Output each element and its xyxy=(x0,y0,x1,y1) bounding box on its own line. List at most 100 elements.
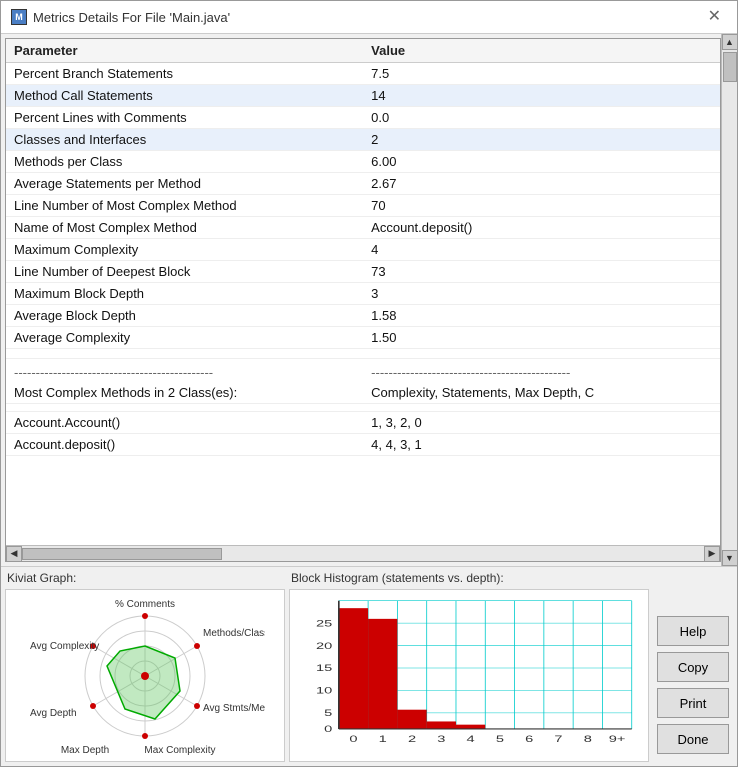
copy-button[interactable]: Copy xyxy=(657,652,729,682)
empty-row-2 xyxy=(6,404,720,412)
kiviat-label: Kiviat Graph: xyxy=(5,571,285,585)
buttons-section: Help Copy Print Done xyxy=(653,571,733,762)
bottom-section: Kiviat Graph: xyxy=(1,566,737,766)
param-cell: Line Number of Most Complex Method xyxy=(6,195,363,217)
method-row: Account.Account()1, 3, 2, 0 xyxy=(6,412,720,434)
title-bar-left: M Metrics Details For File 'Main.java' xyxy=(11,9,230,25)
svg-text:5: 5 xyxy=(496,733,504,744)
value-cell: 7.5 xyxy=(363,63,720,85)
svg-text:7: 7 xyxy=(554,733,562,744)
value-cell: 0.0 xyxy=(363,107,720,129)
kiviat-svg: % Comments Methods/Class Avg Stmts/Metho… xyxy=(25,591,265,761)
print-button[interactable]: Print xyxy=(657,688,729,718)
value-cell: 6.00 xyxy=(363,151,720,173)
window-icon: M xyxy=(11,9,27,25)
table-row: Percent Lines with Comments0.0 xyxy=(6,107,720,129)
svg-text:1: 1 xyxy=(379,733,387,744)
param-cell: Classes and Interfaces xyxy=(6,129,363,151)
value-cell: 73 xyxy=(363,261,720,283)
metrics-table: Parameter Value Percent Branch Statement… xyxy=(6,39,720,456)
scroll-down-arrow[interactable]: ▼ xyxy=(722,550,738,566)
table-row: Classes and Interfaces2 xyxy=(6,129,720,151)
complex-header-row: Most Complex Methods in 2 Class(es):Comp… xyxy=(6,382,720,404)
svg-text:9+: 9+ xyxy=(609,733,626,744)
param-cell: Methods per Class xyxy=(6,151,363,173)
svg-text:5: 5 xyxy=(324,708,332,719)
horizontal-scrollbar[interactable]: ◀ ▶ xyxy=(6,545,720,561)
table-row: Average Statements per Method2.67 xyxy=(6,173,720,195)
empty-row xyxy=(6,349,720,359)
value-cell: 3 xyxy=(363,283,720,305)
value-cell: 70 xyxy=(363,195,720,217)
title-bar: M Metrics Details For File 'Main.java' ✕ xyxy=(1,1,737,34)
histogram-label: Block Histogram (statements vs. depth): xyxy=(289,571,649,585)
param-cell: Percent Lines with Comments xyxy=(6,107,363,129)
svg-text:10: 10 xyxy=(316,685,332,696)
scroll-up-arrow[interactable]: ▲ xyxy=(722,34,738,50)
kiviat-container: % Comments Methods/Class Avg Stmts/Metho… xyxy=(25,591,265,761)
svg-text:2: 2 xyxy=(408,733,416,744)
svg-text:6: 6 xyxy=(525,733,533,744)
main-content: Parameter Value Percent Branch Statement… xyxy=(1,34,737,566)
param-cell: Average Statements per Method xyxy=(6,173,363,195)
table-row: Line Number of Deepest Block73 xyxy=(6,261,720,283)
table-row: Line Number of Most Complex Method70 xyxy=(6,195,720,217)
v-scroll-track[interactable] xyxy=(722,50,737,550)
value-cell: 4 xyxy=(363,239,720,261)
table-wrapper: Parameter Value Percent Branch Statement… xyxy=(6,39,720,545)
param-cell: Percent Branch Statements xyxy=(6,63,363,85)
histogram-chart: 0 5 10 15 20 25 0 1 2 3 4 5 6 7 8 9+ xyxy=(289,589,649,762)
svg-text:8: 8 xyxy=(584,733,592,744)
svg-text:Methods/Class: Methods/Class xyxy=(203,628,265,639)
scroll-left-arrow[interactable]: ◀ xyxy=(6,546,22,562)
table-row: Methods per Class6.00 xyxy=(6,151,720,173)
param-cell: Name of Most Complex Method xyxy=(6,217,363,239)
svg-text:0: 0 xyxy=(349,733,357,744)
kiviat-section: Kiviat Graph: xyxy=(5,571,285,762)
svg-text:Max Complexity: Max Complexity xyxy=(144,745,215,756)
h-scroll-thumb[interactable] xyxy=(22,548,222,560)
table-row: Percent Branch Statements7.5 xyxy=(6,63,720,85)
svg-text:% Comments: % Comments xyxy=(115,599,175,610)
value-cell: 14 xyxy=(363,85,720,107)
h-scroll-track[interactable] xyxy=(22,546,704,561)
close-button[interactable]: ✕ xyxy=(702,7,727,27)
svg-text:Max Depth: Max Depth xyxy=(61,745,109,756)
table-row: Name of Most Complex MethodAccount.depos… xyxy=(6,217,720,239)
svg-text:3: 3 xyxy=(437,733,445,744)
param-cell: Line Number of Deepest Block xyxy=(6,261,363,283)
param-cell: Method Call Statements xyxy=(6,85,363,107)
histogram-section: Block Histogram (statements vs. depth): xyxy=(289,571,649,762)
value-cell: 1.50 xyxy=(363,327,720,349)
scroll-right-arrow[interactable]: ▶ xyxy=(704,546,720,562)
table-row: Maximum Block Depth3 xyxy=(6,283,720,305)
table-row: Average Block Depth1.58 xyxy=(6,305,720,327)
separator-row: ----------------------------------------… xyxy=(6,359,720,383)
param-cell: Maximum Block Depth xyxy=(6,283,363,305)
kiviat-chart: % Comments Methods/Class Avg Stmts/Metho… xyxy=(5,589,285,762)
svg-text:Avg Complexity: Avg Complexity xyxy=(30,641,99,652)
svg-text:15: 15 xyxy=(316,663,332,674)
table-row: Method Call Statements14 xyxy=(6,85,720,107)
svg-text:Avg Depth: Avg Depth xyxy=(30,708,77,719)
v-scroll-thumb[interactable] xyxy=(723,52,737,82)
done-button[interactable]: Done xyxy=(657,724,729,754)
col-param-header: Parameter xyxy=(6,39,363,63)
help-button[interactable]: Help xyxy=(657,616,729,646)
svg-text:4: 4 xyxy=(467,733,475,744)
window-title: Metrics Details For File 'Main.java' xyxy=(33,10,230,25)
value-cell: Account.deposit() xyxy=(363,217,720,239)
value-cell: 2.67 xyxy=(363,173,720,195)
vertical-scrollbar[interactable]: ▲ ▼ xyxy=(721,34,737,566)
param-cell: Average Block Depth xyxy=(6,305,363,327)
histogram-svg: 0 5 10 15 20 25 0 1 2 3 4 5 6 7 8 9+ xyxy=(290,590,648,761)
param-cell: Average Complexity xyxy=(6,327,363,349)
value-cell: 2 xyxy=(363,129,720,151)
col-value-header: Value xyxy=(363,39,720,63)
table-row: Maximum Complexity4 xyxy=(6,239,720,261)
svg-text:20: 20 xyxy=(316,640,332,651)
svg-text:25: 25 xyxy=(316,618,332,629)
param-cell: Maximum Complexity xyxy=(6,239,363,261)
table-section: Parameter Value Percent Branch Statement… xyxy=(5,38,721,562)
svg-text:Avg Stmts/Method: Avg Stmts/Method xyxy=(203,703,265,714)
